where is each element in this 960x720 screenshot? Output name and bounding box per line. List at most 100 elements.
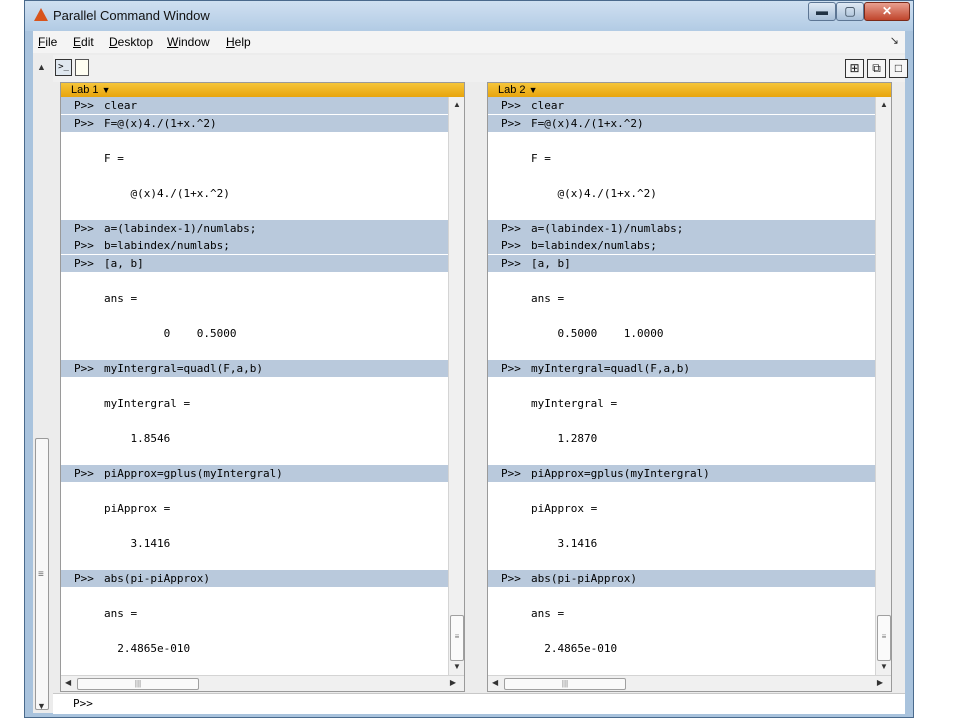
dropdown-arrow-icon[interactable]: ▼ [529,85,538,95]
scroll-thumb[interactable]: ≡ [35,438,49,710]
scroll-up-arrow-icon[interactable]: ▲ [880,100,888,109]
grip-icon: ≡ [38,569,44,580]
prompt-text: P>> [74,99,94,112]
command-line: P>> abs(pi-piApprox) [488,570,891,587]
output-text: F = [531,152,551,165]
prompt-text: P>> [74,257,94,270]
scroll-down-arrow-icon[interactable]: ▼ [37,701,46,711]
parallel-command-window: Parallel Command Window ▬ ▢ ✕ File Edit … [24,0,914,718]
horizontal-scrollbar[interactable]: ◀ ||| ▶ [488,675,891,691]
command-text: a=(labindex-1)/numlabs; [531,222,684,235]
vertical-scrollbar[interactable]: ▲ ≡ ▼ [448,97,464,675]
minimize-button[interactable]: ▬ [808,2,836,21]
command-line: P>> b=labindex/numlabs; [61,237,464,254]
prompt-text: P>> [74,222,94,235]
command-text: myIntergral=quadl(F,a,b) [104,362,263,375]
command-text: [a, b] [531,257,571,270]
command-text: clear [531,99,565,112]
scroll-left-arrow-icon[interactable]: ◀ [65,678,71,687]
scroll-thumb[interactable]: ≡ [450,615,464,661]
command-line: P>> [a, b] [61,255,464,272]
prompt-text: P>> [501,117,521,130]
output-line: piApprox = [61,500,441,517]
prompt-text: P>> [74,572,94,585]
maximize-button[interactable]: ▢ [836,2,864,21]
prompt-text: P>> [501,362,521,375]
single-layout-icon[interactable]: □ [889,59,908,78]
lab-output[interactable]: P>> clear P>> F=@(x)4./(1+x.^2) F = @(x)4./(… [488,97,891,675]
output-text: 1.2870 [531,432,598,445]
menu-help[interactable]: Help [226,35,251,49]
lab-header[interactable]: Lab 2 ▼ [488,83,891,97]
command-line: P>> a=(labindex-1)/numlabs; [488,220,891,237]
scroll-down-arrow-icon[interactable]: ▼ [880,662,888,671]
command-line: P>> clear [488,97,891,114]
scroll-right-arrow-icon[interactable]: ▶ [450,678,456,687]
scroll-left-arrow-icon[interactable]: ◀ [492,678,498,687]
output-text: @(x)4./(1+x.^2) [531,187,657,200]
menu-window[interactable]: Window [167,35,210,49]
prompt-text: P>> [501,222,521,235]
prompt-text: P>> [74,239,94,252]
client-area: File Edit Desktop Window Help ↘ ▲ ≡ ▼ >_… [33,31,908,714]
output-line: ans = [488,605,868,622]
scroll-up-arrow-icon[interactable]: ▲ [37,62,46,72]
command-line: P>> b=labindex/numlabs; [488,237,891,254]
vertical-scrollbar[interactable]: ▲ ≡ ▼ [875,97,891,675]
menu-edit[interactable]: Edit [73,35,94,49]
command-line: P>> F=@(x)4./(1+x.^2) [488,115,891,132]
close-button[interactable]: ✕ [864,2,910,21]
menu-desktop[interactable]: Desktop [109,35,153,49]
lab-label: Lab 2 [498,84,526,96]
command-text: clear [104,99,138,112]
output-line: myIntergral = [61,395,441,412]
scroll-down-arrow-icon[interactable]: ▼ [453,662,461,671]
command-line: P>> F=@(x)4./(1+x.^2) [61,115,464,132]
output-text: piApprox = [531,502,598,515]
lab-header[interactable]: Lab 1 ▼ [61,83,464,97]
output-text: 2.4865e-010 [531,642,618,655]
command-text: myIntergral=quadl(F,a,b) [531,362,690,375]
command-text: piApprox=gplus(myIntergral) [104,467,283,480]
title-bar[interactable]: Parallel Command Window ▬ ▢ ✕ [25,1,913,31]
command-text: a=(labindex-1)/numlabs; [104,222,257,235]
output-text: 0.5000 1.0000 [531,327,664,340]
command-line: P>> [a, b] [488,255,891,272]
output-line: ans = [488,290,868,307]
document-icon[interactable] [75,59,89,76]
command-line: P>> myIntergral=quadl(F,a,b) [488,360,891,377]
scroll-up-arrow-icon[interactable]: ▲ [453,100,461,109]
output-text: ans = [531,292,565,305]
prompt-text: P>> [501,99,521,112]
dropdown-arrow-icon[interactable]: ▼ [102,85,111,95]
scroll-thumb[interactable]: ≡ [877,615,891,661]
prompt-text: P>> [501,467,521,480]
matlab-logo-icon [34,8,48,21]
menu-file[interactable]: File [38,35,57,49]
grid-layout-icon[interactable]: ⊞ [845,59,864,78]
prompt-text: P>> [501,257,521,270]
scroll-thumb[interactable]: ||| [77,678,199,690]
command-window-icon[interactable]: >_ [55,59,72,76]
output-text: myIntergral = [531,397,618,410]
output-text: 1.8546 [104,432,171,445]
command-input[interactable]: P>> [53,693,905,714]
horizontal-scrollbar[interactable]: ◀ ||| ▶ [61,675,464,691]
dock-arrow-icon[interactable]: ↘ [890,34,899,47]
prompt-label: P>> [73,697,93,710]
scroll-right-arrow-icon[interactable]: ▶ [877,678,883,687]
outer-vertical-scrollbar[interactable]: ▲ ≡ ▼ [33,56,50,713]
scroll-thumb[interactable]: ||| [504,678,626,690]
undock-icon[interactable]: ⧉ [867,59,886,78]
lab-output[interactable]: P>> clear P>> F=@(x)4./(1+x.^2) F = @(x)4./(… [61,97,464,675]
output-text: 3.1416 [531,537,598,550]
